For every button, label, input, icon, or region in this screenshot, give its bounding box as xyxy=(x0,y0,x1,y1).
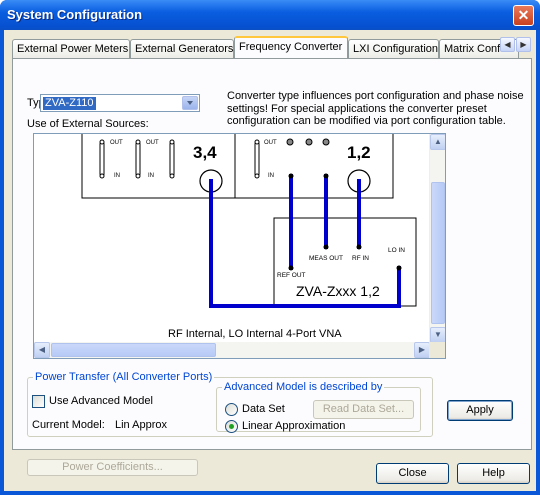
current-model-value: Lin Approx xyxy=(115,419,167,431)
dialog-body: External Power Meters External Generator… xyxy=(4,30,536,491)
diagram-vertical-scrollbar[interactable]: ▲ ▼ xyxy=(429,134,445,343)
diagram-canvas: OUT OUT OUT IN IN IN 3,4 1,2 ZVA-Zxxx 1,… xyxy=(81,134,417,340)
tab-lxi-configuration[interactable]: LXI Configuration xyxy=(348,39,439,58)
out-label-1: OUT xyxy=(110,140,123,146)
help-button[interactable]: Help xyxy=(457,463,530,484)
lo-in-label: LO IN xyxy=(388,247,405,254)
linear-approximation-label: Linear Approximation xyxy=(242,420,346,432)
in-label-1: IN xyxy=(114,173,120,179)
frequency-converter-panel: Type: ZVA-Z110 Converter type influences… xyxy=(12,58,532,476)
meas-out-label: MEAS OUT xyxy=(309,255,343,262)
close-window-button[interactable]: ✕ xyxy=(513,5,534,26)
power-coefficients-button[interactable]: Power Coefficients... xyxy=(27,459,198,476)
advanced-model-title: Advanced Model is described by xyxy=(222,381,385,393)
read-data-set-button[interactable]: Read Data Set... xyxy=(313,400,414,419)
chevron-down-icon[interactable] xyxy=(182,96,198,110)
scroll-up-icon[interactable]: ▲ xyxy=(430,134,445,150)
type-value: ZVA-Z110 xyxy=(43,97,96,110)
type-select[interactable]: ZVA-Z110 xyxy=(40,94,200,112)
tab-external-power-meters[interactable]: External Power Meters xyxy=(12,39,130,58)
dialog-window: System Configuration ✕ External Power Me… xyxy=(0,0,540,495)
apply-button[interactable]: Apply xyxy=(447,400,513,421)
tab-frequency-converter[interactable]: Frequency Converter xyxy=(234,36,348,58)
vna-meas-connector xyxy=(323,173,329,179)
port-label-12: 1,2 xyxy=(347,143,371,162)
close-icon: ✕ xyxy=(517,7,530,23)
tab-strip: External Power Meters External Generator… xyxy=(12,36,532,58)
meas-out-connector xyxy=(323,244,329,250)
converter-name: ZVA-Zxxx 1,2 xyxy=(296,283,380,299)
out-label-2: OUT xyxy=(146,140,159,146)
data-set-radio[interactable] xyxy=(225,403,238,416)
rf-in-label: RF IN xyxy=(352,255,369,262)
power-transfer-title: Power Transfer (All Converter Ports) xyxy=(33,371,215,383)
scroll-corner xyxy=(429,342,445,358)
ref-out-connector xyxy=(288,265,294,271)
scroll-left-icon[interactable]: ◀ xyxy=(34,342,50,358)
use-advanced-checkbox[interactable] xyxy=(32,395,45,408)
use-advanced-label: Use Advanced Model xyxy=(49,395,153,407)
vna-ref-connector xyxy=(288,173,294,179)
port-label-34: 3,4 xyxy=(193,143,217,162)
close-button[interactable]: Close xyxy=(376,463,449,484)
diagram-caption: RF Internal, LO Internal 4-Port VNA xyxy=(168,328,342,340)
rf-in-connector xyxy=(356,244,362,250)
tab-scroll-right-button[interactable]: ▶ xyxy=(516,37,531,52)
title-bar[interactable]: System Configuration ✕ xyxy=(0,0,540,30)
tab-external-generators[interactable]: External Generators xyxy=(130,39,234,58)
in-label-3: IN xyxy=(268,173,274,179)
external-sources-label: Use of External Sources: xyxy=(27,118,149,130)
ref-out-label: REF OUT xyxy=(277,272,306,279)
connection-diagram: OUT OUT OUT IN IN IN 3,4 1,2 ZVA-Zxxx 1,… xyxy=(33,133,446,359)
vertical-scroll-thumb[interactable] xyxy=(431,182,445,324)
horizontal-scroll-thumb[interactable] xyxy=(51,343,216,357)
linear-approximation-radio[interactable] xyxy=(225,420,238,433)
window-title: System Configuration xyxy=(7,7,143,22)
in-label-2: IN xyxy=(148,173,154,179)
scroll-down-icon[interactable]: ▼ xyxy=(430,327,445,343)
scroll-right-icon[interactable]: ▶ xyxy=(414,342,430,358)
converter-info-text: Converter type influences port configura… xyxy=(227,90,524,127)
current-model-label: Current Model: xyxy=(32,419,105,431)
lo-in-connector xyxy=(396,265,402,271)
data-set-label: Data Set xyxy=(242,403,285,415)
out-label-3: OUT xyxy=(264,140,277,146)
diagram-horizontal-scrollbar[interactable]: ◀ ▶ xyxy=(34,342,430,358)
tab-scroll-left-button[interactable]: ◀ xyxy=(500,37,515,52)
